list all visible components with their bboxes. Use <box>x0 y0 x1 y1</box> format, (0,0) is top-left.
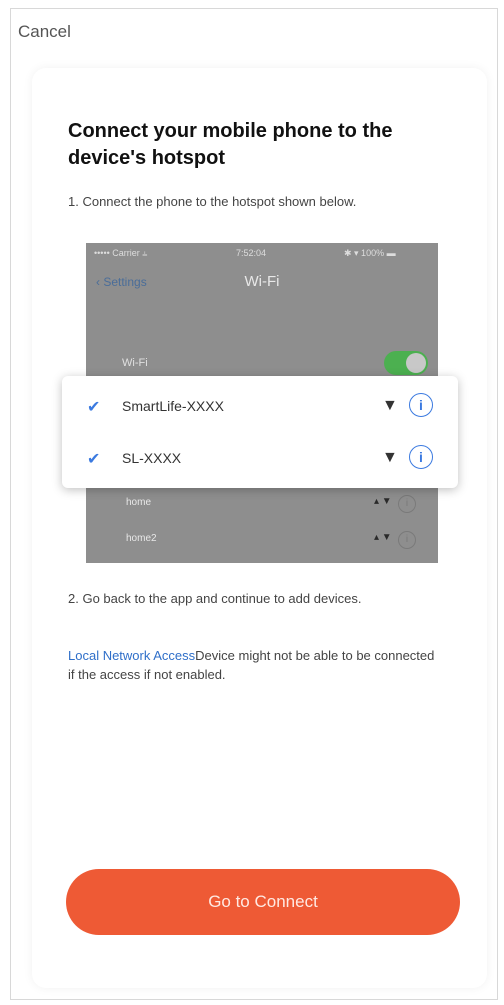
network-name: home2 <box>126 533 157 544</box>
info-icon: i <box>398 531 416 549</box>
checkmark-icon: ✔ <box>87 399 101 416</box>
wifi-nav-title: Wi-Fi <box>244 273 280 290</box>
info-icon: i <box>409 445 433 469</box>
hotspot-name: SmartLife-XXXX <box>122 398 224 414</box>
status-bar: ••••• Carrier ⫨ 7:52:04 ✱ ▾ 100% ▬ <box>86 243 438 263</box>
wifi-signal-icon: ▼ <box>382 397 398 414</box>
step-2-text: 2. Go back to the app and continue to ad… <box>68 591 362 606</box>
hotspot-row-smartlife: ✔ SmartLife-XXXX ▼ i <box>62 380 458 434</box>
hotspot-name: SL-XXXX <box>122 450 182 466</box>
network-row-home: home ▴ ▼ i <box>86 493 438 515</box>
step-1-text: 1. Connect the phone to the hotspot show… <box>68 194 357 209</box>
info-icon: i <box>398 495 416 513</box>
status-battery: ✱ ▾ 100% ▬ <box>344 248 396 258</box>
network-name: home <box>126 497 152 508</box>
wifi-signal-icon: ▴ ▼ <box>374 496 392 507</box>
local-network-access-link[interactable]: Local Network Access <box>68 648 195 663</box>
cancel-button[interactable]: Cancel <box>18 22 71 42</box>
wifi-toggle-switch <box>384 351 428 375</box>
checkmark-icon: ✔ <box>87 451 101 468</box>
wifi-toggle-label: Wi-Fi <box>122 357 148 369</box>
info-icon: i <box>409 393 433 417</box>
local-network-note: Local Network AccessDevice might not be … <box>68 646 438 684</box>
hotspot-row-sl: ✔ SL-XXXX ▼ i <box>62 432 458 486</box>
status-time: 7:52:04 <box>236 248 267 258</box>
wifi-signal-icon: ▴ ▼ <box>374 532 392 543</box>
wifi-nav-bar: ‹ Settings Wi-Fi <box>86 263 438 303</box>
hotspot-list-popup: ✔ SmartLife-XXXX ▼ i ✔ SL-XXXX ▼ i <box>62 376 458 488</box>
go-to-connect-button[interactable]: Go to Connect <box>66 869 460 935</box>
status-carrier: ••••• Carrier ⫨ <box>94 248 148 258</box>
page-title: Connect your mobile phone to the device'… <box>68 120 393 169</box>
wifi-signal-icon: ▼ <box>382 449 398 466</box>
network-row-home2: home2 ▴ ▼ i <box>86 529 438 551</box>
